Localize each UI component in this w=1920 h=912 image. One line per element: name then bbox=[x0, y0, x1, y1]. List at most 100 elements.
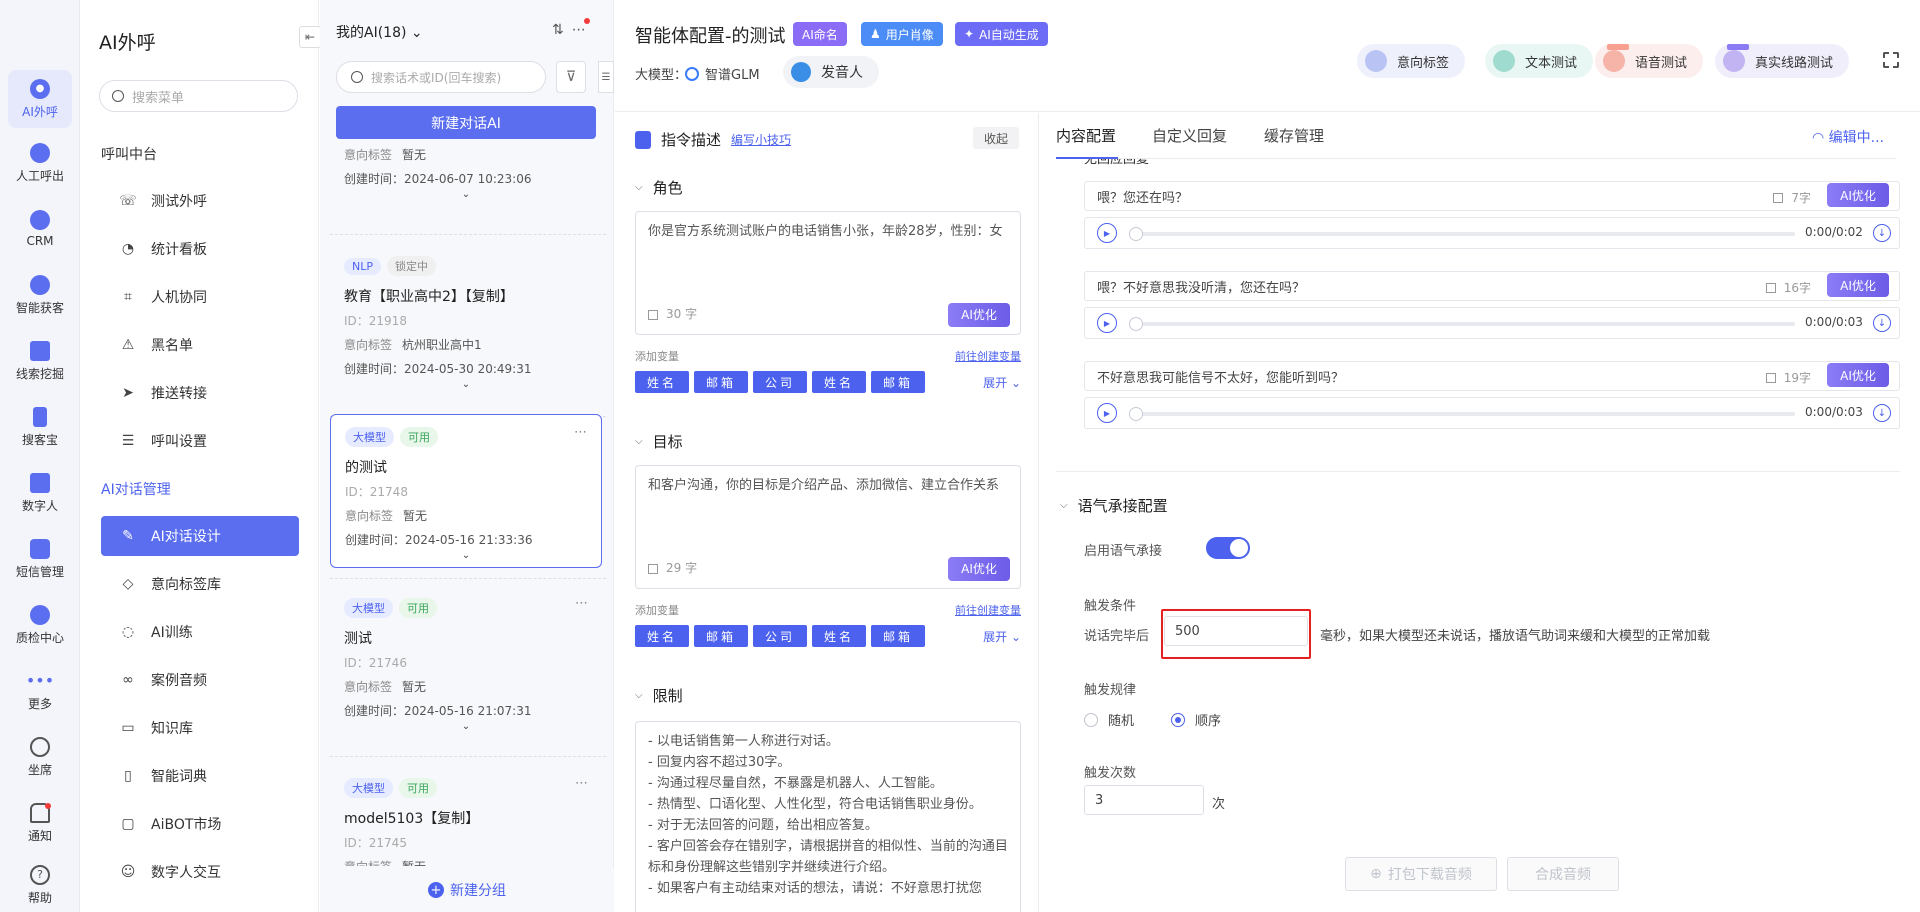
variable-chip[interactable]: 邮箱 bbox=[871, 625, 925, 647]
model-selector[interactable]: 智谱GLM bbox=[685, 64, 760, 83]
ai-search-input[interactable]: 搜索话术或ID(回车搜索) bbox=[336, 61, 546, 93]
expand-chevron-icon[interactable]: ⌄ bbox=[344, 189, 588, 200]
audio-progress[interactable] bbox=[1129, 317, 1795, 331]
voice-selector[interactable]: 发音人 bbox=[783, 56, 879, 88]
reply-text-input[interactable]: 喂？您还在吗？ 7字 AI优化 bbox=[1084, 181, 1900, 211]
menu-item-aibot-market[interactable]: ▢ AiBOT市场 bbox=[101, 804, 299, 844]
tab-content-config[interactable]: 内容配置 bbox=[1056, 125, 1116, 146]
rail-item-ai-call[interactable]: ● AI外呼 bbox=[8, 70, 72, 128]
menu-item-dashboard[interactable]: ◔ 统计看板 bbox=[101, 229, 299, 269]
menu-item-digital-interact[interactable]: ☺ 数字人交互 bbox=[101, 852, 299, 892]
menu-item-ai-train[interactable]: ◌ AI训练 bbox=[101, 612, 299, 652]
menu-item-test-call[interactable]: ☏ 测试外呼 bbox=[101, 181, 299, 221]
role-textarea[interactable]: 你是官方系统测试账户的电话销售小张，年龄28岁，性别：女 30 字 AI优化 bbox=[635, 211, 1021, 335]
menu-item-call-settings[interactable]: ☰ 呼叫设置 bbox=[101, 421, 299, 461]
expand-variables-button[interactable]: 展开 ⌄ bbox=[983, 374, 1021, 391]
menu-item-blacklist[interactable]: ⚠ 黑名单 bbox=[101, 325, 299, 365]
create-variable-link[interactable]: 前往创建变量 bbox=[955, 602, 1021, 618]
more-icon[interactable]: ⋯ bbox=[574, 425, 587, 440]
expand-chevron-icon[interactable]: ⌄ bbox=[344, 721, 588, 732]
menu-search-input[interactable]: 搜索菜单 bbox=[99, 80, 298, 112]
menu-item-knowledge[interactable]: ▭ 知识库 bbox=[101, 708, 299, 748]
more-icon[interactable]: ⋯ bbox=[575, 596, 588, 611]
variable-chip[interactable]: 姓名 bbox=[635, 371, 689, 393]
reply-text-input[interactable]: 喂？不好意思我没听清，您还在吗？ 16字 AI优化 bbox=[1084, 271, 1900, 301]
ai-list-header[interactable]: 我的AI(18) ⌄ bbox=[336, 22, 423, 42]
play-icon[interactable]: ▶ bbox=[1097, 223, 1117, 243]
rail-item-digital-human[interactable]: 数字人 bbox=[8, 464, 72, 522]
intent-tag-tool[interactable]: 意向标签 bbox=[1357, 44, 1466, 78]
rail-item-search-customer[interactable]: 搜客宝 bbox=[8, 398, 72, 456]
progress-knob[interactable] bbox=[1129, 317, 1143, 331]
ai-name-button[interactable]: AI命名 bbox=[793, 22, 847, 46]
rail-item-crm[interactable]: CRM bbox=[8, 200, 72, 258]
menu-item-intent-tags[interactable]: ◇ 意向标签库 bbox=[101, 564, 299, 604]
collapse-button[interactable]: 收起 bbox=[973, 127, 1019, 149]
download-icon[interactable]: ↓ bbox=[1873, 224, 1891, 242]
rail-item-sms[interactable]: 短信管理 bbox=[8, 530, 72, 588]
rail-item-clue[interactable]: 线索挖掘 bbox=[8, 332, 72, 390]
menu-item-collab[interactable]: ⌗ 人机协同 bbox=[101, 277, 299, 317]
section-limit[interactable]: ⌵ 限制 bbox=[635, 685, 683, 706]
rail-item-acquire[interactable]: 智能获客 bbox=[8, 266, 72, 324]
enable-tone-toggle[interactable] bbox=[1206, 537, 1250, 559]
download-icon[interactable]: ↓ bbox=[1873, 404, 1891, 422]
rail-item-notice[interactable]: 通知 bbox=[8, 794, 72, 852]
download-audio-button[interactable]: ⊕ 打包下载音频 bbox=[1345, 857, 1497, 891]
audio-progress[interactable] bbox=[1129, 407, 1795, 421]
download-icon[interactable]: ↓ bbox=[1873, 314, 1891, 332]
menu-collapse-button[interactable]: ⇤ bbox=[299, 26, 321, 48]
reply-text-input[interactable]: 不好意思我可能信号不太好，您能听到吗？ 19字 AI优化 bbox=[1084, 361, 1900, 391]
variable-chip[interactable]: 姓名 bbox=[635, 625, 689, 647]
variable-chip[interactable]: 邮箱 bbox=[694, 371, 748, 393]
reply-ai-optimize-button[interactable]: AI优化 bbox=[1827, 273, 1889, 297]
rule-random-radio[interactable]: 随机 bbox=[1084, 710, 1134, 729]
section-tone-config[interactable]: ⌵ 语气承接配置 bbox=[1060, 495, 1168, 516]
more-icon[interactable]: ⋯ bbox=[572, 18, 594, 38]
variable-chip[interactable]: 邮箱 bbox=[694, 625, 748, 647]
tab-custom-reply[interactable]: 自定义回复 bbox=[1152, 125, 1227, 146]
menu-item-ai-design[interactable]: ✎ AI对话设计 bbox=[101, 516, 299, 556]
ai-card-selected[interactable]: 大模型 可用 ⋯ 的测试 ID：21748 意向标签 暂无 创建时间：2024-05… bbox=[330, 414, 602, 568]
variable-chip[interactable]: 公司 bbox=[753, 625, 807, 647]
new-group-button[interactable]: + 新建分组 bbox=[320, 868, 614, 912]
menu-item-case-audio[interactable]: ∞ 案例音频 bbox=[101, 660, 299, 700]
rail-item-qc[interactable]: 质检中心 bbox=[8, 596, 72, 654]
expand-chevron-icon[interactable]: ⌄ bbox=[345, 550, 587, 561]
variable-chip[interactable]: 姓名 bbox=[812, 625, 866, 647]
limit-textarea[interactable]: - 以电话销售第一人称进行对话。 - 回复内容不超过30字。 - 沟通过程尽量自… bbox=[635, 721, 1021, 912]
text-test-tool[interactable]: 文本测试 bbox=[1485, 44, 1594, 78]
rail-item-manual-call[interactable]: 人工呼出 bbox=[8, 134, 72, 192]
menu-item-dictionary[interactable]: ▯ 智能词典 bbox=[101, 756, 299, 796]
trigger-times-input[interactable]: 3 bbox=[1084, 785, 1204, 815]
new-ai-button[interactable]: 新建对话AI bbox=[336, 106, 596, 139]
line-test-tool[interactable]: 真实线路测试 bbox=[1715, 44, 1850, 78]
expand-chevron-icon[interactable]: ⌄ bbox=[344, 379, 588, 390]
section-goal[interactable]: ⌵ 目标 bbox=[635, 431, 683, 452]
compose-audio-button[interactable]: 合成音频 bbox=[1507, 857, 1619, 891]
play-icon[interactable]: ▶ bbox=[1097, 403, 1117, 423]
ai-card[interactable]: NLP 锁定中 教育【职业高中2】【复制】 ID：21918 意向标签 杭州职业高中… bbox=[330, 244, 602, 410]
writing-tips-link[interactable]: 编写小技巧 bbox=[731, 131, 791, 148]
persona-button[interactable]: ♟ 用户肖像 bbox=[861, 22, 943, 46]
goal-ai-optimize-button[interactable]: AI优化 bbox=[948, 557, 1010, 581]
ai-card[interactable]: 意向标签 暂无 创建时间：2024-06-07 10:23:06 ⌄ bbox=[330, 146, 602, 258]
play-icon[interactable]: ▶ bbox=[1097, 313, 1117, 333]
rail-item-help[interactable]: ? 帮助 bbox=[8, 858, 72, 912]
section-role[interactable]: ⌵ 角色 bbox=[635, 177, 683, 198]
expand-variables-button[interactable]: 展开 ⌄ bbox=[983, 628, 1021, 645]
audio-progress[interactable] bbox=[1129, 227, 1795, 241]
rule-order-radio[interactable]: 顺序 bbox=[1171, 710, 1221, 729]
sort-icon[interactable]: ⇅ bbox=[552, 22, 572, 38]
progress-knob[interactable] bbox=[1129, 227, 1143, 241]
fullscreen-icon[interactable] bbox=[1883, 52, 1899, 68]
ai-auto-button[interactable]: ✦ AI自动生成 bbox=[955, 22, 1048, 46]
reply-ai-optimize-button[interactable]: AI优化 bbox=[1827, 363, 1889, 387]
rail-item-seat[interactable]: 坐席 bbox=[8, 728, 72, 786]
tab-cache[interactable]: 缓存管理 bbox=[1264, 125, 1324, 146]
reply-ai-optimize-button[interactable]: AI优化 bbox=[1827, 183, 1889, 207]
create-variable-link[interactable]: 前往创建变量 bbox=[955, 348, 1021, 364]
role-ai-optimize-button[interactable]: AI优化 bbox=[948, 303, 1010, 327]
list-side-toggle[interactable]: ☰ bbox=[598, 61, 614, 93]
variable-chip[interactable]: 公司 bbox=[753, 371, 807, 393]
